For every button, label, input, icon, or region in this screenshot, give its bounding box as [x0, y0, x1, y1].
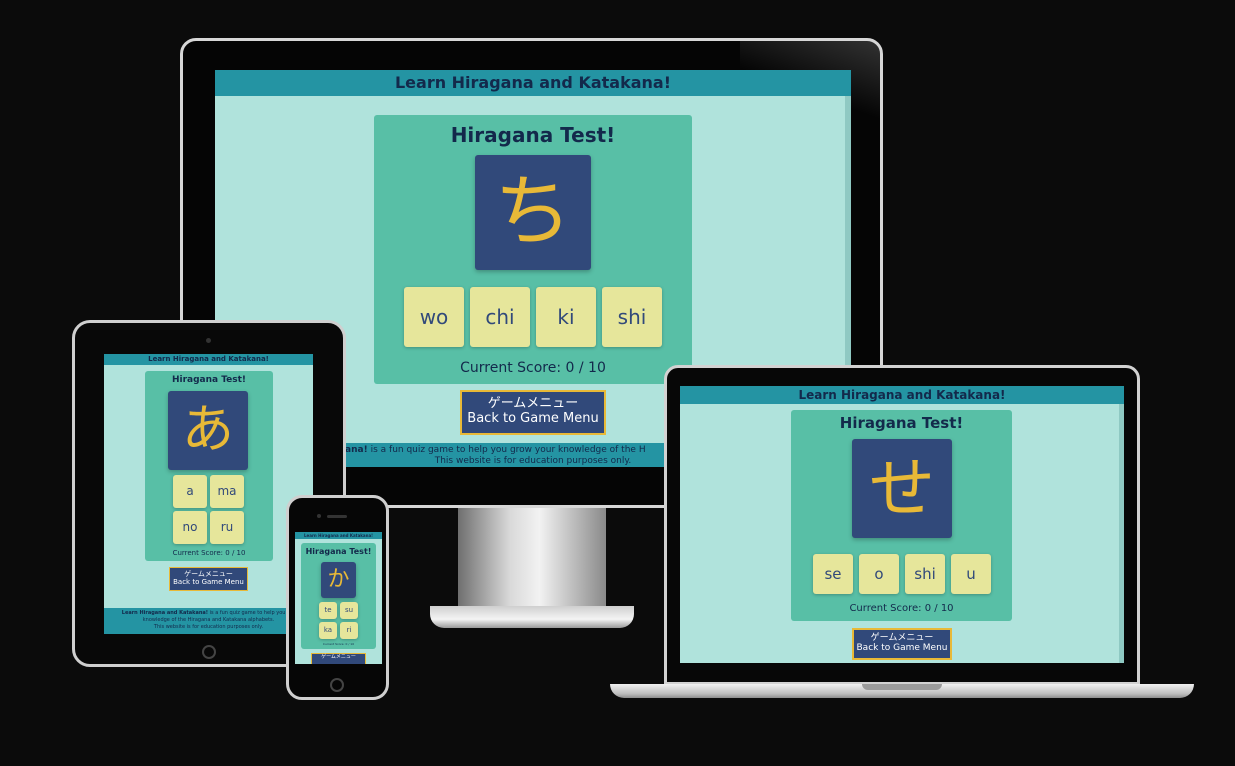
quiz-title: Hiragana Test! [450, 123, 616, 147]
current-score: Current Score: 0 / 10 [849, 603, 954, 614]
menu-label-en: Back to Game Menu [856, 643, 948, 654]
quiz-card: Hiragana Test! ち wo chi ki shi Current S… [374, 115, 692, 384]
answer-button[interactable]: su [340, 602, 358, 619]
quiz-title: Hiragana Test! [305, 547, 372, 556]
tablet-home-button [202, 645, 216, 659]
site-header: Learn Hiragana and Katakana! [295, 532, 382, 539]
site-footer: Learn Hiragana and Katakana! is a fun qu… [104, 608, 313, 634]
current-score: Current Score: 0 / 10 [172, 549, 246, 557]
answer-button[interactable]: se [813, 554, 853, 594]
scrollbar[interactable] [1119, 404, 1124, 663]
phone-camera [317, 514, 321, 518]
back-to-menu-button[interactable]: ゲームメニュー Back to Game Menu [169, 567, 248, 591]
kana-character: あ [181, 400, 234, 460]
tablet-screen: Learn Hiragana and Katakana! Hiragana Te… [104, 354, 313, 634]
monitor-base [430, 606, 634, 628]
answer-button[interactable]: wo [404, 287, 464, 347]
site-header: Learn Hiragana and Katakana! [680, 386, 1124, 404]
footer-disclaimer: This website is for education purposes o… [153, 624, 264, 630]
answer-button[interactable]: ma [210, 475, 244, 508]
menu-label-jp: ゲームメニュー [321, 654, 356, 660]
quiz-title: Hiragana Test! [839, 414, 964, 432]
site-title: Learn Hiragana and Katakana! [394, 73, 672, 92]
phone-home-button [330, 678, 344, 692]
laptop-notch [862, 684, 942, 690]
answer-button[interactable]: shi [602, 287, 662, 347]
footer-text: is a fun quiz game to help you gro [209, 610, 296, 616]
footer-bold: Learn Hiragana and Katakana! [121, 610, 209, 616]
answer-button[interactable]: ri [340, 622, 358, 639]
kana-display: ち [475, 155, 591, 270]
site-title: Learn Hiragana and Katakana! [303, 533, 373, 538]
kana-display: あ [168, 391, 248, 470]
back-to-menu-button[interactable]: ゲームメニュー Back to Game Menu [852, 628, 952, 660]
answer-button[interactable]: ka [319, 622, 337, 639]
answer-button[interactable]: a [173, 475, 207, 508]
answer-button[interactable]: o [859, 554, 899, 594]
footer-text-line2: knowledge of the Hiragana and Katakana a… [142, 617, 275, 623]
quiz-card: Hiragana Test! か te su ka ri Current Sco… [301, 543, 376, 649]
menu-label-jp: ゲームメニュー [870, 633, 934, 643]
menu-label-jp: ゲームメニュー [487, 396, 579, 411]
answer-button[interactable]: no [173, 511, 207, 544]
answer-button[interactable]: u [951, 554, 991, 594]
kana-character: か [327, 567, 350, 592]
site-title: Learn Hiragana and Katakana! [148, 355, 269, 363]
current-score: Current Score: 0 / 10 [460, 360, 606, 376]
site-header: Learn Hiragana and Katakana! [104, 354, 313, 365]
quiz-card: Hiragana Test! せ se o shi u Current Scor… [791, 410, 1012, 621]
laptop-screen: Learn Hiragana and Katakana! Hiragana Te… [680, 386, 1124, 663]
answer-button[interactable]: ki [536, 287, 596, 347]
site-title: Learn Hiragana and Katakana! [798, 388, 1006, 402]
quiz-title: Hiragana Test! [171, 375, 247, 385]
monitor-stand [458, 508, 606, 618]
current-score: Current Score: 0 / 10 [322, 642, 355, 646]
footer-text: is a fun quiz game to help you grow your… [370, 445, 646, 455]
back-to-menu-button[interactable]: ゲームメニュー [311, 653, 366, 664]
back-to-menu-button[interactable]: ゲームメニュー Back to Game Menu [460, 390, 606, 435]
answer-button[interactable]: te [319, 602, 337, 619]
quiz-card: Hiragana Test! あ a ma no ru Current Scor… [145, 371, 273, 561]
phone-speaker [327, 515, 347, 518]
site-header: Learn Hiragana and Katakana! [215, 70, 851, 96]
menu-label-en: Back to Game Menu [467, 410, 599, 426]
tablet-camera [206, 338, 211, 343]
kana-display: か [321, 562, 356, 598]
answer-button[interactable]: shi [905, 554, 945, 594]
phone-screen: Learn Hiragana and Katakana! Hiragana Te… [295, 532, 382, 664]
menu-label-en: Back to Game Menu [173, 578, 244, 587]
kana-display: せ [852, 439, 952, 538]
answer-button[interactable]: chi [470, 287, 530, 347]
kana-character: ち [493, 167, 572, 257]
answer-button[interactable]: ru [210, 511, 244, 544]
kana-character: せ [869, 450, 935, 527]
menu-label-jp: ゲームメニュー [184, 570, 233, 578]
